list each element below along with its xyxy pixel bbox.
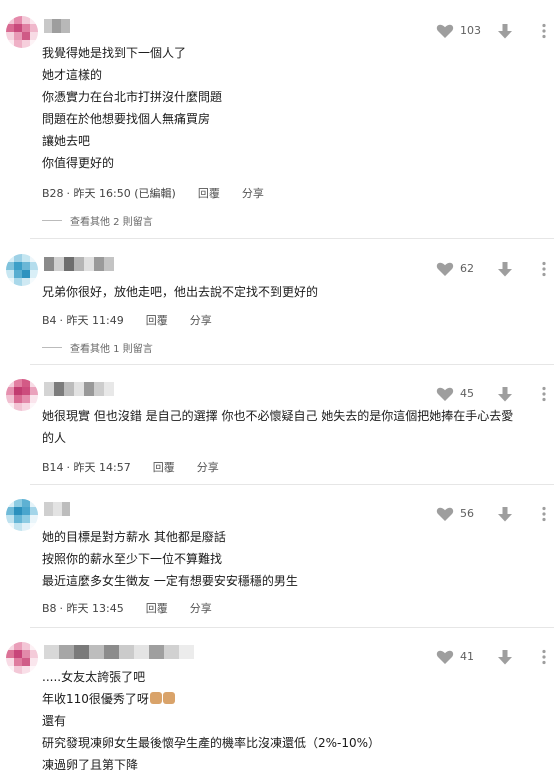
divider-dash [42,346,62,348]
comment-line: 研究發現凍卵女生最後懷孕生產的機率比沒凍還低（2%-10%） [42,736,381,750]
thumbs-up-icon[interactable] [434,258,456,280]
comment-line: 年收110很優秀了呀 [42,688,524,710]
like-count: 62 [460,262,474,275]
floor-number: B4 [42,313,57,327]
thumbs-down-icon[interactable] [494,503,516,525]
timestamp: ‧ 昨天 14:57 [66,461,131,474]
comment-meta: B14 ‧ 昨天 14:57 回覆 分享 [42,458,219,476]
comment-feed: 103 我覺得她是找到下一個人了 她才這樣的 你憑實力在台北市打拼沒什麼問題 問… [0,0,554,770]
comment-line: 凍過卵了且第下降 [42,758,139,770]
thumbs-up-emoji-icon [162,692,175,704]
comment-item: 45 她很現實 但也沒錯 是自己的選擇 你也不必懷疑自己 她失去的是你這個把她捧… [0,365,554,485]
comment-text: 我覺得她是找到下一個人了 她才這樣的 你憑實力在台北市打拼沒什麼問題 問題在於他… [42,42,524,174]
comment-line: 我覺得她是找到下一個人了 [42,46,187,60]
like-count: 103 [460,24,481,37]
comment-meta: B4 ‧ 昨天 11:49 回覆 分享 [42,311,212,329]
thumbs-down-icon[interactable] [494,383,516,405]
thumbs-up-icon[interactable] [434,646,456,668]
reply-button[interactable]: 回覆 [153,459,175,475]
floor-number: B8 [42,601,57,615]
avatar[interactable] [6,254,38,286]
comment-text: 她的目標是對方薪水 其他都是廢話 按照你的薪水至少下一位不算難找 最近這麼多女生… [42,526,524,592]
like-count: 41 [460,650,474,663]
like-count: 45 [460,387,474,400]
comment-text: 她很現實 但也沒錯 是自己的選擇 你也不必懷疑自己 她失去的是你這個把她捧在手心… [42,405,520,449]
comment-line: 你值得更好的 [42,156,115,170]
comment-line: 最近這麼多女生徵友 一定有想要安安穩穩的男生 [42,574,298,588]
share-button[interactable]: 分享 [197,459,219,475]
thumbs-up-emoji-icon [149,692,162,704]
comment-meta: B8 ‧ 昨天 13:45 回覆 分享 [42,599,212,617]
comment-actions: 62 [434,258,554,282]
floor-number: B14 [42,460,64,474]
thumbs-down-icon[interactable] [494,20,516,42]
comment-line: 她的目標是對方薪水 其他都是廢話 [42,530,226,544]
more-vert-icon[interactable] [538,384,550,404]
timestamp: ‧ 昨天 11:49 [59,314,124,327]
thumbs-up-icon[interactable] [434,503,456,525]
comment-item: 41 .....女友太誇張了吧 年收110很優秀了呀 還有 研究發現凍卵女生最後… [0,628,554,770]
username[interactable] [44,502,70,516]
thumbs-up-icon[interactable] [434,383,456,405]
comment-actions: 56 [434,503,554,527]
thumbs-up-icon[interactable] [434,20,456,42]
reply-button[interactable]: 回覆 [146,600,168,616]
timestamp: ‧ 昨天 13:45 [59,602,124,615]
view-replies-label: 查看其他 1 則留言 [70,343,153,355]
comment-actions: 45 [434,383,554,407]
avatar[interactable] [6,499,38,531]
thumbs-down-icon[interactable] [494,646,516,668]
comment-item: 56 她的目標是對方薪水 其他都是廢話 按照你的薪水至少下一位不算難找 最近這麼… [0,485,554,628]
comment-item: 103 我覺得她是找到下一個人了 她才這樣的 你憑實力在台北市打拼沒什麼問題 問… [0,0,554,240]
comment-line: 讓她去吧 [42,134,91,148]
comment-text: .....女友太誇張了吧 年收110很優秀了呀 還有 研究發現凍卵女生最後懷孕生… [42,666,524,770]
reply-button[interactable]: 回覆 [146,312,168,328]
more-vert-icon[interactable] [538,504,550,524]
comment-line: 還有 [42,714,67,728]
divider-dash [42,219,62,221]
comment-actions: 103 [434,20,554,44]
comment-line: 她才這樣的 [42,68,103,82]
comment-item: 62 兄弟你很好，放他走吧，他出去說不定找不到更好的 B4 ‧ 昨天 11:49… [0,240,554,365]
view-replies-label: 查看其他 2 則留言 [70,216,153,228]
like-count: 56 [460,507,474,520]
more-vert-icon[interactable] [538,21,550,41]
share-button[interactable]: 分享 [190,312,212,328]
view-replies-link[interactable]: 查看其他 1 則留言 [42,339,153,355]
reply-button[interactable]: 回覆 [198,185,220,201]
username[interactable] [44,19,70,33]
username[interactable] [44,257,114,271]
thumbs-down-icon[interactable] [494,258,516,280]
comment-line-text: 年收110很優秀了呀 [42,692,149,706]
timestamp: ‧ 昨天 16:50 (已編輯) [66,187,176,200]
comment-meta: B28 ‧ 昨天 16:50 (已編輯) 回覆 分享 [42,184,264,202]
more-vert-icon[interactable] [538,647,550,667]
username[interactable] [44,645,194,659]
comment-line: .....女友太誇張了吧 [42,670,146,684]
divider [30,238,554,239]
share-button[interactable]: 分享 [190,600,212,616]
comment-line: 你憑實力在台北市打拼沒什麼問題 [42,90,223,104]
avatar[interactable] [6,379,38,411]
more-vert-icon[interactable] [538,259,550,279]
comment-line: 兄弟你很好，放他走吧，他出去說不定找不到更好的 [42,285,319,299]
avatar[interactable] [6,16,38,48]
view-replies-link[interactable]: 查看其他 2 則留言 [42,212,153,228]
comment-line: 按照你的薪水至少下一位不算難找 [42,552,223,566]
avatar[interactable] [6,642,38,674]
comment-text: 兄弟你很好，放他走吧，他出去說不定找不到更好的 [42,281,524,303]
username[interactable] [44,382,114,396]
floor-number: B28 [42,186,64,200]
comment-line: 她很現實 但也沒錯 是自己的選擇 你也不必懷疑自己 她失去的是你這個把她捧在手心… [42,409,514,445]
comment-line: 問題在於他想要找個人無痛買房 [42,112,211,126]
share-button[interactable]: 分享 [242,185,264,201]
